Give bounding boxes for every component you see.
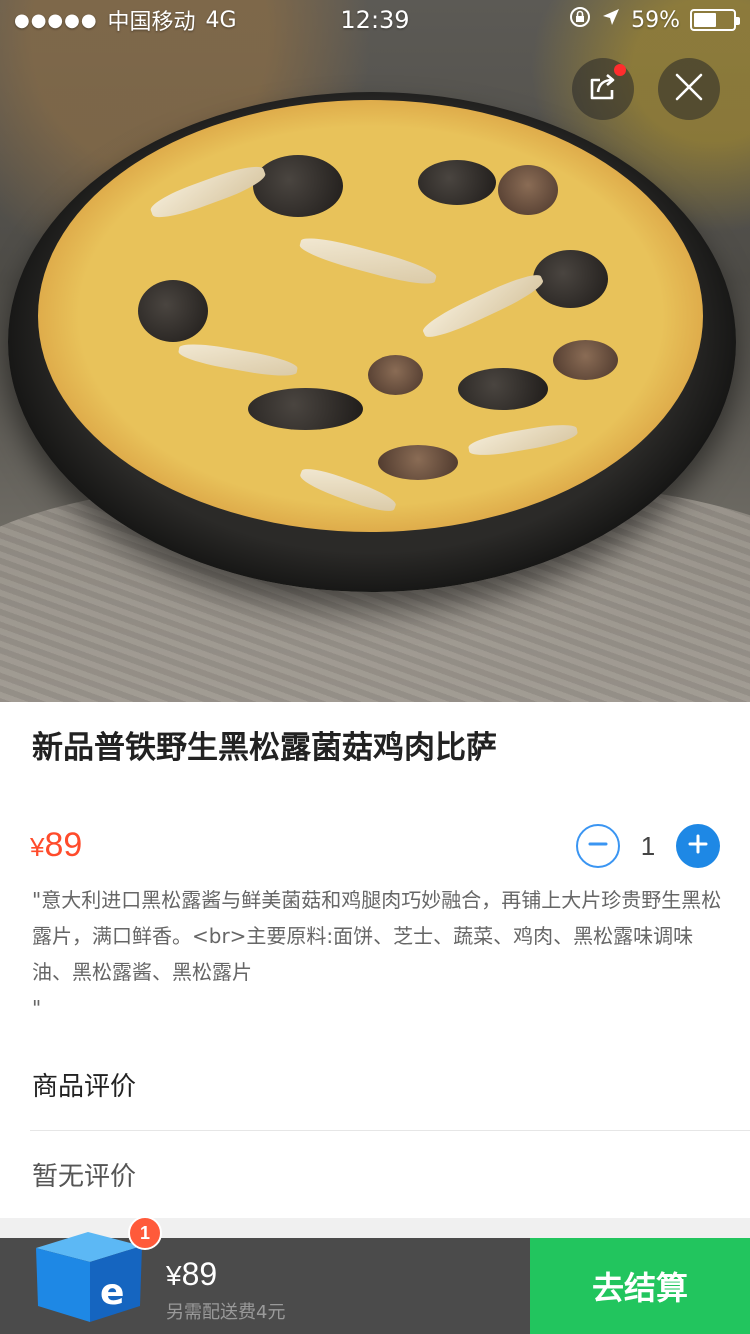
svg-text:e: e [100,1272,124,1313]
close-button[interactable] [658,58,720,120]
battery-level [694,13,716,27]
reviews-empty-text: 暂无评价 [32,1162,137,1192]
price-value: 89 [44,826,83,864]
mushroom-slice [419,268,547,344]
divider [30,1130,750,1131]
quantity-value: 1 [640,830,656,861]
clock: 12:39 [340,6,410,34]
truffle-slice [418,160,496,205]
reviews-heading: 商品评价 [32,1072,137,1102]
cart-total: ¥89 [166,1256,217,1293]
delivery-fee-note: 另需配送费4元 [166,1302,286,1323]
share-button[interactable] [572,58,634,120]
cart-bar: e 1 ¥89 另需配送费4元 去结算 [0,1216,750,1334]
product-price: ¥89 [30,826,82,865]
notification-dot [614,64,626,76]
decrease-quantity-button[interactable] [576,824,620,868]
plus-icon [686,832,710,860]
product-title: 新品普铁野生黑松露菌菇鸡肉比萨 [32,730,497,766]
truffle-slice [253,155,343,217]
status-bar: ●●●●● 中国移动 4G 12:39 59% [0,0,750,40]
truffle-slice [138,280,208,342]
close-icon [674,72,704,106]
increase-quantity-button[interactable] [676,824,720,868]
share-icon [586,70,620,108]
shiitake-slice [498,165,558,215]
cart-count-badge: 1 [128,1216,162,1250]
mushroom-slice [297,232,439,290]
mushroom-slice [147,160,269,224]
shiitake-slice [368,355,423,395]
shiitake-slice [378,445,458,480]
currency-symbol: ¥ [30,832,45,862]
currency-symbol: ¥ [166,1260,182,1291]
mushroom-slice [467,420,579,460]
pizza [38,100,703,532]
checkout-button[interactable]: 去结算 [530,1238,750,1334]
quantity-stepper: 1 [576,824,720,868]
truffle-slice [458,368,548,410]
cart-summary[interactable]: e 1 ¥89 另需配送费4元 [0,1216,530,1334]
product-description: "意大利进口黑松露酱与鲜美菌菇和鸡腿肉巧妙融合，再铺上大片珍贵野生黑松露片，满口… [32,888,722,1020]
battery-icon [690,9,740,31]
cart-total-value: 89 [181,1256,218,1292]
mushroom-slice [177,339,299,381]
minus-icon [586,832,610,860]
shiitake-slice [553,340,618,380]
product-image [0,0,750,702]
truffle-slice [248,388,363,430]
truffle-slice [533,250,608,308]
